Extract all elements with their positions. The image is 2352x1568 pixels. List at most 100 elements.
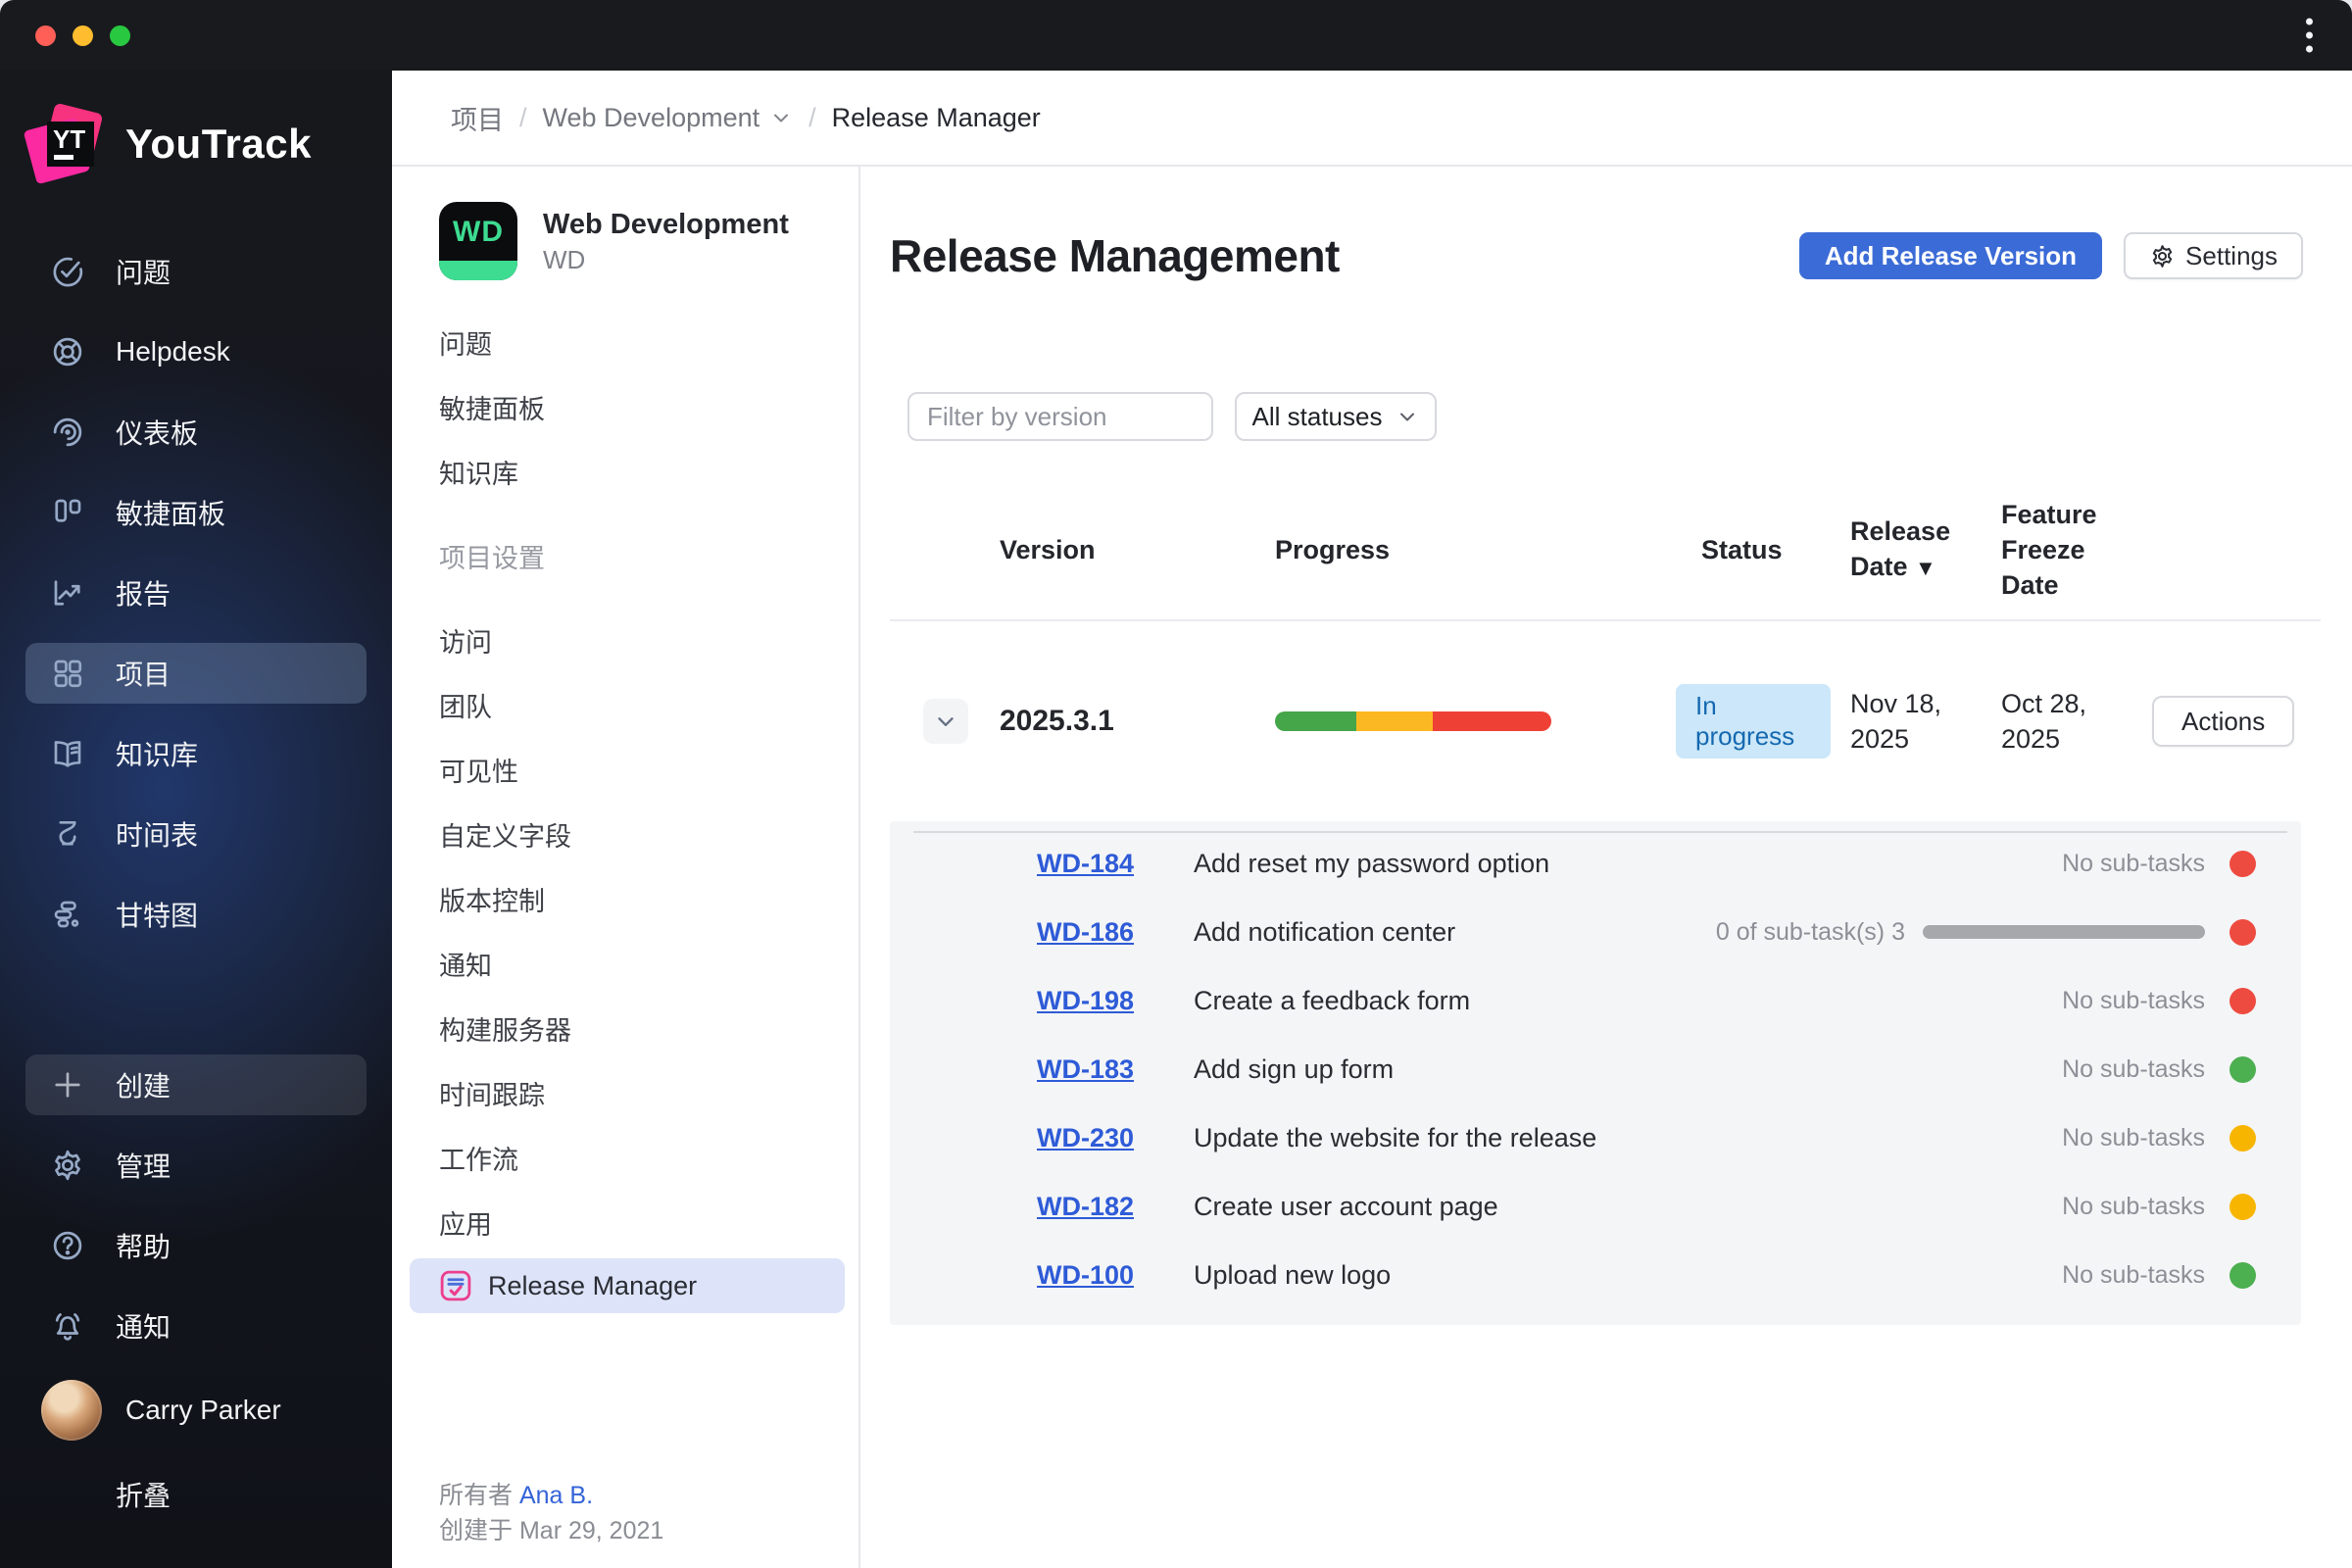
knowledge-book-icon xyxy=(49,735,86,772)
owner-link[interactable]: Ana B. xyxy=(519,1482,593,1509)
task-title: Add reset my password option xyxy=(1194,848,1550,878)
report-chart-icon xyxy=(49,574,86,612)
project-settings-item[interactable]: 访问 xyxy=(439,608,858,672)
breadcrumb-project-link[interactable]: Web Development xyxy=(543,103,794,133)
app-title: YouTrack xyxy=(125,121,312,167)
task-status-dot xyxy=(2229,987,2256,1014)
chevron-down-icon xyxy=(938,717,954,726)
sidebar-item[interactable]: 敏捷面板 xyxy=(25,482,367,543)
filter-by-version-input[interactable] xyxy=(907,392,1213,441)
sidebar-item-label: 问题 xyxy=(116,258,172,288)
project-settings-item[interactable]: 通知 xyxy=(439,931,858,996)
sidebar-footer-nav: 创建 管理 帮助 通知 Carry Parker 折叠 xyxy=(0,1054,392,1568)
sidebar-item-label: 项目 xyxy=(116,660,172,690)
project-nav-item[interactable]: 知识库 xyxy=(439,439,858,504)
sidebar-item[interactable]: 甘特图 xyxy=(25,884,367,945)
subtask-count-label: No sub-tasks xyxy=(2062,1123,2205,1152)
user-avatar xyxy=(41,1380,102,1441)
status-filter-select[interactable]: All statuses xyxy=(1235,392,1437,441)
sidebar-item-label: 通知 xyxy=(116,1312,172,1343)
sidebar-item[interactable]: 仪表板 xyxy=(25,402,367,463)
gear-icon xyxy=(2152,244,2173,268)
subtask-count-label: No sub-tasks xyxy=(2062,849,2205,877)
column-header-release-date[interactable]: Release Date ▼ xyxy=(1831,514,1968,586)
task-id-link[interactable]: WD-186 xyxy=(1037,917,1134,948)
project-settings-item[interactable]: 版本控制 xyxy=(439,866,858,931)
sidebar-item[interactable]: 通知 xyxy=(25,1296,367,1356)
column-header-status: Status xyxy=(1701,535,1783,564)
actions-button[interactable]: Actions xyxy=(2152,696,2295,747)
task-id-link[interactable]: WD-184 xyxy=(1037,849,1134,879)
add-release-version-button[interactable]: Add Release Version xyxy=(1798,232,2103,279)
sidebar-item[interactable]: 知识库 xyxy=(25,723,367,784)
project-nav-item[interactable]: 敏捷面板 xyxy=(439,374,858,439)
task-title: Upload new logo xyxy=(1194,1259,1392,1290)
sidebar-item[interactable]: 项目 xyxy=(25,643,367,704)
sidebar-item[interactable]: 问题 xyxy=(25,241,367,302)
sidebar-collapse-button[interactable]: 折叠 xyxy=(25,1464,367,1525)
task-id-link[interactable]: WD-230 xyxy=(1037,1123,1134,1153)
task-id-link[interactable]: WD-183 xyxy=(1037,1054,1134,1085)
sidebar-user-item[interactable]: Carry Parker xyxy=(25,1376,367,1445)
task-id-link[interactable]: WD-198 xyxy=(1037,986,1134,1016)
project-settings-item[interactable]: 工作流 xyxy=(439,1125,858,1190)
task-row: WD-100 Upload new logo No sub-tasks xyxy=(913,1241,2262,1309)
maximize-window-button[interactable] xyxy=(110,24,130,46)
release-version: 2025.3.1 xyxy=(1000,705,1114,737)
sidebar-item[interactable]: 管理 xyxy=(25,1135,367,1196)
sidebar-item-label: 报告 xyxy=(116,579,172,610)
sidebar-item[interactable]: 帮助 xyxy=(25,1215,367,1276)
release-row: 2025.3.1 In progress Nov 18, 2025 Oct 28… xyxy=(890,621,2321,821)
project-settings-item[interactable]: 团队 xyxy=(439,672,858,737)
status-filter-value: All statuses xyxy=(1251,401,1383,431)
breadcrumb-current-page: Release Manager xyxy=(831,102,1041,132)
task-id-link[interactable]: WD-100 xyxy=(1037,1260,1134,1291)
collapse-release-button[interactable] xyxy=(923,699,968,744)
task-row: WD-230 Update the website for the releas… xyxy=(913,1103,2262,1172)
project-settings-item[interactable]: 构建服务器 xyxy=(439,996,858,1060)
breadcrumb-projects-link[interactable]: 项目 xyxy=(451,99,504,137)
project-settings-item[interactable]: 自定义字段 xyxy=(439,802,858,866)
user-name: Carry Parker xyxy=(125,1395,281,1425)
project-nav-item[interactable]: 问题 xyxy=(439,310,858,374)
column-header-version: Version xyxy=(1000,535,1096,564)
release-manager-nav-item[interactable]: Release Manager xyxy=(410,1258,845,1313)
sidebar-item[interactable]: 时间表 xyxy=(25,804,367,864)
task-row: WD-182 Create user account page No sub-t… xyxy=(913,1172,2262,1241)
project-name: Web Development xyxy=(543,209,789,240)
minimize-window-button[interactable] xyxy=(73,24,93,46)
task-status-dot xyxy=(2229,1055,2256,1083)
youtrack-logo: YT YouTrack xyxy=(24,102,392,186)
task-title: Create a feedback form xyxy=(1194,985,1471,1015)
project-settings-item[interactable]: 可见性 xyxy=(439,737,858,802)
task-id-link[interactable]: WD-182 xyxy=(1037,1192,1134,1222)
created-date: Mar 29, 2021 xyxy=(518,1517,664,1544)
traffic-lights xyxy=(35,24,130,46)
chevron-down-icon xyxy=(769,106,793,129)
gear-icon xyxy=(49,1147,86,1184)
task-title: Create user account page xyxy=(1194,1191,1498,1221)
task-status-dot xyxy=(2229,850,2256,877)
task-row: WD-183 Add sign up form No sub-tasks xyxy=(913,1035,2262,1103)
settings-button[interactable]: Settings xyxy=(2124,232,2303,279)
svg-text:YT: YT xyxy=(53,124,85,154)
sidebar-item[interactable]: 报告 xyxy=(25,563,367,623)
kebab-menu-icon[interactable] xyxy=(2300,13,2319,59)
project-owner-info: 所有者 Ana B. 创建于 Mar 29, 2021 xyxy=(439,1478,663,1548)
status-badge: In progress xyxy=(1676,684,1831,759)
project-settings-item[interactable]: 应用 xyxy=(439,1190,858,1254)
breadcrumb: 项目 / Web Development / Release Manager xyxy=(392,71,2352,167)
sidebar-item[interactable]: Helpdesk xyxy=(25,321,367,382)
subtask-count-label: No sub-tasks xyxy=(2062,986,2205,1014)
sidebar-item[interactable]: 创建 xyxy=(25,1054,367,1115)
progress-segment xyxy=(1432,711,1551,731)
bell-icon xyxy=(49,1307,86,1345)
close-window-button[interactable] xyxy=(35,24,56,46)
progress-segment xyxy=(1356,711,1433,731)
project-settings-item[interactable]: 时间跟踪 xyxy=(439,1060,858,1125)
sidebar-nav: 问题 Helpdesk 仪表板 敏捷面板 报告 项目 知识库 时间表 甘特图 xyxy=(0,241,392,945)
task-status-dot xyxy=(2229,1261,2256,1289)
app-window: YT YouTrack 问题 Helpdesk 仪表板 敏捷面板 报告 项目 知… xyxy=(0,0,2352,1568)
breadcrumb-project-label: Web Development xyxy=(542,102,760,132)
release-date-value: Nov 18, 2025 xyxy=(1850,689,1942,754)
